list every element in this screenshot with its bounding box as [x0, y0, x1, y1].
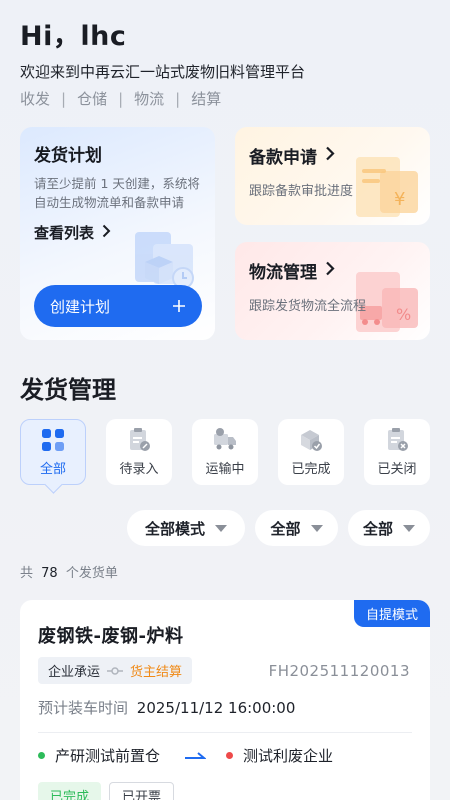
link-icon: [106, 666, 124, 676]
chevron-right-icon: [102, 224, 111, 242]
logistics-management-card[interactable]: % 物流管理 跟踪发货物流全流程: [235, 242, 430, 340]
chevron-right-icon: [325, 261, 335, 281]
welcome-text: 欢迎来到中再云汇一站式废物旧料管理平台: [20, 63, 306, 81]
plus-icon: [172, 294, 186, 318]
section-title: 发货管理: [20, 376, 116, 404]
carrier-label: 企业承运: [48, 665, 101, 680]
count-value: 78: [41, 566, 58, 581]
tab-completed[interactable]: 已完成: [278, 419, 344, 485]
tab-closed[interactable]: 已关闭: [364, 419, 430, 485]
clipboard-edit-icon: [130, 428, 150, 451]
count-suffix: 个发货单: [65, 566, 118, 581]
tab-label: 已关闭: [377, 462, 417, 477]
filter-label: 全部模式: [144, 519, 205, 538]
greeting: Hi，lhc: [20, 21, 127, 52]
tab-in-transit[interactable]: 运输中: [192, 419, 258, 485]
status-invoiced-tag: 已开票: [109, 782, 175, 800]
route: 产研测试前置仓 测试利废企业: [38, 745, 333, 766]
origin-name: 产研测试前置仓: [55, 747, 161, 765]
create-plan-button[interactable]: 创建计划: [34, 285, 202, 327]
count-prefix: 共: [20, 566, 34, 581]
tag-separator: |: [61, 89, 67, 108]
order-title: 废钢铁-废钢-炉料: [38, 626, 184, 647]
shipment-plan-card[interactable]: 发货计划 请至少提前 1 天创建，系统将自动生成物流单和备款申请 查看列表 创建…: [20, 127, 215, 340]
feature-tags: 收发 | 仓储 | 物流 | 结算: [20, 88, 430, 109]
caret-down-icon: [310, 524, 323, 532]
load-time: 预计装车时间 2025/11/12 16:00:00: [38, 697, 295, 718]
tab-all[interactable]: 全部: [20, 419, 86, 485]
filter-bar: 全部模式 全部 全部: [0, 510, 450, 546]
order-number: FH202511120013: [268, 662, 410, 680]
logistics-management-title: 物流管理: [249, 258, 416, 283]
tab-label: 运输中: [205, 462, 245, 477]
create-plan-label: 创建计划: [50, 297, 111, 316]
status-tags: 已完成 已开票: [38, 782, 182, 800]
chevron-right-icon: [325, 146, 335, 166]
arrow-right-icon: [184, 747, 207, 765]
tag-storage: 仓储: [77, 90, 108, 108]
clipboard-close-icon: [388, 428, 408, 451]
grid-icon: [42, 429, 64, 451]
tag-separator: |: [175, 89, 181, 108]
fund-application-card[interactable]: ¥ 备款申请 跟踪备款审批进度: [235, 127, 430, 225]
order-count: 共 78 个发货单: [20, 562, 118, 581]
status-filter-dropdown[interactable]: 全部: [348, 510, 430, 546]
status-tabs: 全部 待录入 运输中 已完成 已关闭: [20, 419, 432, 489]
truck-icon: [214, 428, 236, 450]
shipment-order-card[interactable]: 自提模式 废钢铁-废钢-炉料 企业承运 货主结算 FH202511120013 …: [20, 600, 430, 800]
shipment-plan-description: 请至少提前 1 天创建，系统将自动生成物流单和备款申请: [34, 176, 200, 210]
tag-receive-send: 收发: [20, 90, 51, 108]
caret-down-icon: [215, 524, 227, 532]
fund-application-title: 备款申请: [249, 143, 416, 168]
origin-dot-icon: [38, 752, 45, 759]
load-time-value: 2025/11/12 16:00:00: [136, 699, 296, 717]
divider: [38, 732, 412, 733]
mode-filter-dropdown[interactable]: 全部模式: [127, 510, 245, 546]
destination-dot-icon: [226, 752, 234, 759]
destination-name: 测试利废企业: [243, 747, 334, 765]
caret-down-icon: [403, 524, 415, 532]
carrier-settlement-tag: 企业承运 货主结算: [38, 657, 193, 684]
box-check-icon: [301, 430, 322, 451]
type-filter-dropdown[interactable]: 全部: [255, 510, 338, 546]
tab-pending-entry[interactable]: 待录入: [106, 419, 172, 485]
tab-label: 全部: [39, 462, 66, 477]
view-list-link[interactable]: 查看列表: [34, 222, 201, 243]
filter-label: 全部: [270, 519, 301, 538]
tag-settlement: 结算: [191, 90, 222, 108]
mode-badge: 自提模式: [354, 600, 430, 627]
settlement-label: 货主结算: [130, 665, 183, 680]
header: Hi，lhc 欢迎来到中再云汇一站式废物旧料管理平台 收发 | 仓储 | 物流 …: [20, 14, 430, 109]
tag-logistics: 物流: [134, 90, 165, 108]
fund-application-label: 备款申请: [249, 148, 317, 168]
view-list-label: 查看列表: [34, 224, 95, 242]
logistics-management-subtitle: 跟踪发货物流全流程: [249, 299, 367, 314]
tab-label: 已完成: [291, 462, 331, 477]
tab-label: 待录入: [119, 462, 159, 477]
logistics-management-label: 物流管理: [249, 263, 317, 283]
filter-label: 全部: [362, 519, 393, 538]
tag-separator: |: [118, 89, 124, 108]
status-completed-tag: 已完成: [38, 782, 102, 800]
fund-application-subtitle: 跟踪备款审批进度: [249, 184, 354, 199]
shipment-plan-title: 发货计划: [34, 146, 102, 166]
load-time-label: 预计装车时间: [38, 699, 129, 717]
